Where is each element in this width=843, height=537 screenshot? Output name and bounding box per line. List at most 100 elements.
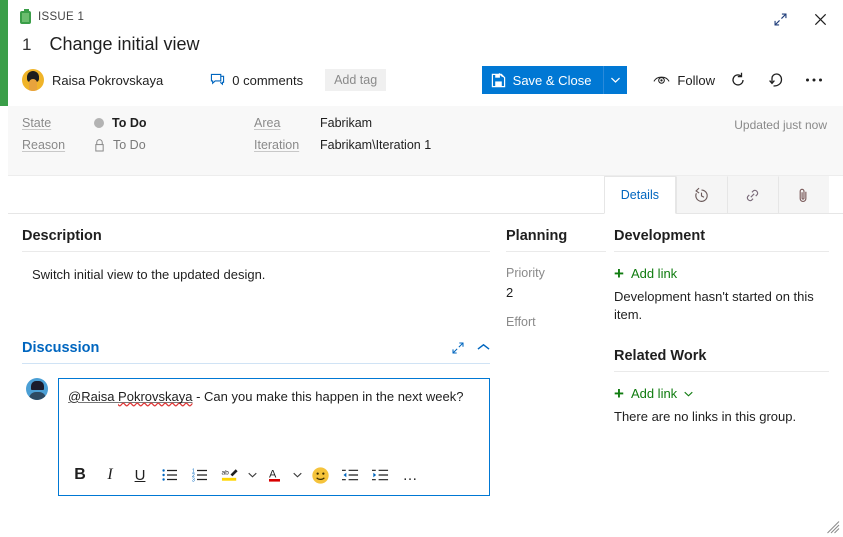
title-row: 1 Change initial view [20, 34, 829, 55]
tab-details[interactable]: Details [603, 176, 676, 214]
refresh-icon[interactable] [723, 66, 753, 94]
undo-icon[interactable] [761, 66, 791, 94]
area-label: Area [254, 116, 281, 130]
maximize-icon[interactable] [767, 6, 793, 32]
discussion-heading-row: Discussion [22, 340, 490, 364]
comment-text: - Can you make this happen in the next w… [192, 388, 464, 404]
breadcrumb-label: ISSUE 1 [38, 11, 85, 23]
comment-editor[interactable]: @Raisa Pokrovskaya - Can you make this h… [58, 377, 490, 496]
development-add-link-label: Add link [630, 266, 678, 281]
more-actions-icon[interactable] [799, 66, 829, 94]
tab-attachments[interactable] [778, 176, 829, 213]
tab-links[interactable] [727, 176, 778, 213]
discussion-section: Discussion @Raisa Pokrovskaya - Can you … [22, 340, 490, 496]
attachment-icon [795, 187, 812, 204]
window-controls [767, 6, 833, 32]
state-field[interactable]: To Do [94, 116, 254, 130]
expand-discussion-icon[interactable] [451, 341, 465, 355]
priority-label: Priority [506, 266, 545, 280]
related-work-add-link-label: Add link [630, 386, 678, 402]
header-actions: Save & Close Follow [481, 66, 829, 94]
save-icon [491, 72, 506, 88]
work-item-type-accent-bar [0, 0, 8, 106]
assignee-name: Raisa Pokrovskaya [52, 72, 164, 88]
issue-type-icon [20, 8, 31, 24]
font-color-dropdown-chevron-down-icon[interactable] [290, 460, 305, 490]
development-add-link-button[interactable]: + Add link [614, 265, 829, 282]
numbered-list-button[interactable]: 1 2 3 [185, 460, 215, 490]
tab-details-label: Details [620, 188, 659, 202]
comments-count-button[interactable]: 0 comments [210, 73, 303, 88]
development-heading: Development [614, 228, 829, 252]
font-color-button[interactable]: A [260, 460, 290, 490]
italic-button[interactable]: I [95, 460, 125, 490]
highlight-button[interactable]: ab [215, 460, 245, 490]
reason-value: To Do [113, 138, 146, 152]
bulleted-list-button[interactable] [155, 460, 185, 490]
state-dot-icon [94, 118, 104, 128]
resize-grip[interactable] [826, 520, 840, 534]
follow-label: Follow [677, 72, 715, 88]
formatting-toolbar: B I U 1 2 3 ab A … [59, 454, 489, 495]
planning-column: Planning Priority 2 Effort [506, 228, 614, 537]
save-options-dropdown[interactable] [603, 66, 628, 94]
development-empty-note: Development hasn't started on this item. [614, 289, 814, 323]
work-item-title[interactable]: Change initial view [49, 34, 199, 55]
discussion-heading[interactable]: Discussion [22, 340, 99, 356]
iteration-field[interactable]: Fabrikam\Iteration 1 [320, 138, 829, 152]
plus-icon: + [614, 264, 624, 283]
discussion-actions [451, 341, 490, 355]
header-toolbar: Raisa Pokrovskaya 0 comments Add tag Sav… [20, 65, 829, 95]
plus-icon: + [614, 384, 624, 404]
assigned-to[interactable]: Raisa Pokrovskaya [22, 69, 163, 91]
main-column: Description Switch initial view to the u… [22, 228, 506, 537]
dialog-header: ISSUE 1 1 Change initial view Raisa Pokr… [8, 0, 843, 106]
chevron-down-icon[interactable] [684, 391, 693, 397]
eye-icon [653, 74, 670, 86]
collapse-discussion-icon[interactable] [477, 343, 490, 352]
underline-button[interactable]: U [125, 460, 155, 490]
related-work-empty-note: There are no links in this group. [614, 409, 797, 425]
updated-timestamp: Updated just now [734, 118, 827, 132]
area-value: Fabrikam [320, 116, 373, 130]
effort-value[interactable] [506, 334, 606, 350]
reason-field: To Do [94, 138, 254, 152]
save-and-close-label: Save & Close [512, 72, 592, 88]
save-and-close-button[interactable]: Save & Close [481, 66, 604, 94]
increase-indent-button[interactable] [365, 460, 395, 490]
work-item-id: 1 [22, 35, 32, 54]
reason-label: Reason [22, 138, 66, 152]
more-formatting-button[interactable]: … [395, 460, 425, 490]
description-text[interactable]: Switch initial view to the updated desig… [22, 252, 490, 285]
planning-heading: Planning [506, 228, 606, 252]
comment-icon [210, 73, 225, 87]
work-item-tabs: Details [8, 176, 843, 214]
history-icon [693, 187, 710, 204]
comment-input[interactable]: @Raisa Pokrovskaya - Can you make this h… [59, 379, 489, 455]
avatar [26, 377, 48, 400]
svg-text:3: 3 [192, 478, 195, 482]
work-item-fields: State To Do Area Fabrikam Reason To Do I [8, 106, 843, 176]
comments-count-label: 0 comments [232, 72, 304, 88]
emoji-button[interactable] [305, 460, 335, 490]
link-icon [744, 187, 761, 204]
priority-value[interactable]: 2 [506, 285, 606, 301]
close-icon[interactable] [807, 6, 833, 32]
breadcrumb[interactable]: ISSUE 1 [20, 7, 829, 27]
avatar [22, 69, 44, 91]
lock-icon [94, 138, 105, 152]
comment-composer: @Raisa Pokrovskaya - Can you make this h… [22, 377, 490, 496]
development-column: Development + Add link Development hasn'… [614, 228, 829, 537]
state-label: State [22, 116, 52, 130]
description-heading: Description [22, 228, 490, 252]
mention-chip[interactable]: @Raisa Pokrovskaya [68, 389, 192, 404]
svg-text:ab: ab [221, 470, 229, 477]
bold-button[interactable]: B [65, 460, 95, 490]
tab-history[interactable] [676, 176, 727, 213]
decrease-indent-button[interactable] [335, 460, 365, 490]
related-work-add-link-button[interactable]: + Add link [614, 385, 829, 402]
follow-button[interactable]: Follow [653, 73, 715, 88]
highlight-dropdown-chevron-down-icon[interactable] [245, 460, 260, 490]
add-tag-button[interactable]: Add tag [325, 69, 387, 91]
iteration-label: Iteration [254, 138, 300, 152]
